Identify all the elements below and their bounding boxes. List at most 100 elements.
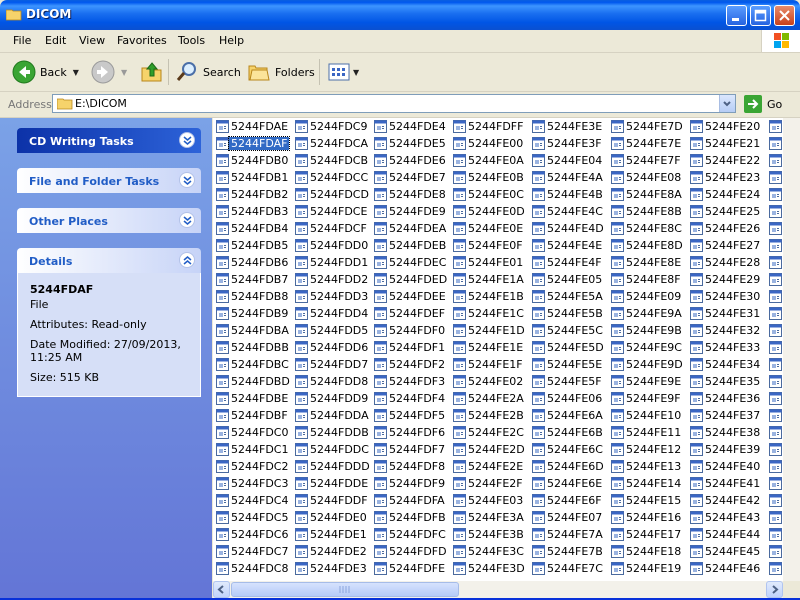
file-item[interactable]: 5244FDF1 xyxy=(371,339,450,356)
file-item[interactable]: 5244FDB0 xyxy=(213,152,292,169)
file-item[interactable]: 5244FE46 xyxy=(687,560,766,577)
back-dropdown-icon[interactable]: ▼ xyxy=(73,68,79,77)
file-item[interactable]: 5244FE20 xyxy=(687,118,766,135)
file-item[interactable]: 5244FE xyxy=(766,407,783,424)
file-item[interactable]: 5244FE19 xyxy=(608,560,687,577)
file-item[interactable]: 5244FE8C xyxy=(608,220,687,237)
file-item[interactable]: 5244FDBC xyxy=(213,356,292,373)
file-item[interactable]: 5244FE xyxy=(766,373,783,390)
file-item[interactable]: 5244FE01 xyxy=(450,254,529,271)
file-item[interactable]: 5244FDFE xyxy=(371,560,450,577)
file-item[interactable]: 5244FE xyxy=(766,560,783,577)
file-item[interactable]: 5244FDE5 xyxy=(371,135,450,152)
file-item[interactable]: 5244FE xyxy=(766,135,783,152)
file-item[interactable]: 5244FDFB xyxy=(371,509,450,526)
file-item[interactable]: 5244FDD6 xyxy=(292,339,371,356)
file-item[interactable]: 5244FE3D xyxy=(450,560,529,577)
file-item[interactable]: 5244FE1B xyxy=(450,288,529,305)
file-item[interactable]: 5244FDF0 xyxy=(371,322,450,339)
close-button[interactable] xyxy=(774,5,795,26)
file-item[interactable]: 5244FE0F xyxy=(450,237,529,254)
file-item[interactable]: 5244FE xyxy=(766,339,783,356)
file-item[interactable]: 5244FE1F xyxy=(450,356,529,373)
file-item[interactable]: 5244FE2F xyxy=(450,475,529,492)
file-item[interactable]: 5244FE39 xyxy=(687,441,766,458)
file-item[interactable]: 5244FE0D xyxy=(450,203,529,220)
file-item[interactable]: 5244FDFA xyxy=(371,492,450,509)
file-item[interactable]: 5244FE6A xyxy=(529,407,608,424)
file-item[interactable]: 5244FE8F xyxy=(608,271,687,288)
file-item[interactable]: 5244FDCE xyxy=(292,203,371,220)
maximize-button[interactable] xyxy=(750,5,771,26)
up-folder-button[interactable] xyxy=(140,59,164,85)
file-item[interactable]: 5244FE02 xyxy=(450,373,529,390)
address-dropdown-button[interactable] xyxy=(719,95,735,112)
file-item[interactable]: 5244FDCD xyxy=(292,186,371,203)
file-item[interactable]: 5244FE4B xyxy=(529,186,608,203)
file-item[interactable]: 5244FDF8 xyxy=(371,458,450,475)
file-item[interactable]: 5244FE xyxy=(766,254,783,271)
file-item[interactable]: 5244FE06 xyxy=(529,390,608,407)
file-item[interactable]: 5244FDCB xyxy=(292,152,371,169)
file-item[interactable]: 5244FE xyxy=(766,152,783,169)
file-item[interactable]: 5244FE23 xyxy=(687,169,766,186)
file-item[interactable]: 5244FE xyxy=(766,356,783,373)
file-item[interactable]: 5244FE25 xyxy=(687,203,766,220)
file-item[interactable]: 5244FDD2 xyxy=(292,271,371,288)
menu-file[interactable]: File xyxy=(13,34,31,47)
file-item[interactable]: 5244FDD8 xyxy=(292,373,371,390)
file-item[interactable]: 5244FDC7 xyxy=(213,543,292,560)
file-item[interactable]: 5244FE41 xyxy=(687,475,766,492)
menu-edit[interactable]: Edit xyxy=(45,34,66,47)
file-item[interactable]: 5244FDAF xyxy=(213,135,292,152)
file-item[interactable]: 5244FE26 xyxy=(687,220,766,237)
file-item[interactable]: 5244FDE1 xyxy=(292,526,371,543)
file-item[interactable]: 5244FDC6 xyxy=(213,526,292,543)
file-item[interactable]: 5244FDF3 xyxy=(371,373,450,390)
file-item[interactable]: 5244FDBE xyxy=(213,390,292,407)
file-item[interactable]: 5244FDB6 xyxy=(213,254,292,271)
file-item[interactable]: 5244FDDD xyxy=(292,458,371,475)
file-item[interactable]: 5244FDCA xyxy=(292,135,371,152)
file-item[interactable]: 5244FE2D xyxy=(450,441,529,458)
forward-button[interactable]: ▼ xyxy=(91,59,127,85)
file-item[interactable]: 5244FE11 xyxy=(608,424,687,441)
address-input[interactable]: E:\DICOM xyxy=(52,94,736,113)
file-item[interactable]: 5244FE5B xyxy=(529,305,608,322)
file-item[interactable]: 5244FDE6 xyxy=(371,152,450,169)
file-item[interactable]: 5244FDB7 xyxy=(213,271,292,288)
file-item[interactable]: 5244FE9C xyxy=(608,339,687,356)
file-item[interactable]: 5244FDE8 xyxy=(371,186,450,203)
file-item[interactable]: 5244FDDC xyxy=(292,441,371,458)
file-item[interactable]: 5244FE29 xyxy=(687,271,766,288)
file-item[interactable]: 5244FE xyxy=(766,322,783,339)
file-item[interactable]: 5244FDFF xyxy=(450,118,529,135)
expand-chevron-icon[interactable] xyxy=(179,132,195,148)
file-item[interactable]: 5244FDC4 xyxy=(213,492,292,509)
file-item[interactable]: 5244FE00 xyxy=(450,135,529,152)
file-item[interactable]: 5244FE xyxy=(766,271,783,288)
file-item[interactable]: 5244FE8B xyxy=(608,203,687,220)
file-item[interactable]: 5244FE38 xyxy=(687,424,766,441)
file-item[interactable]: 5244FDEE xyxy=(371,288,450,305)
forward-dropdown-icon[interactable]: ▼ xyxy=(121,68,127,77)
file-item[interactable]: 5244FDC2 xyxy=(213,458,292,475)
file-item[interactable]: 5244FE17 xyxy=(608,526,687,543)
file-item[interactable]: 5244FE9E xyxy=(608,373,687,390)
file-item[interactable]: 5244FE43 xyxy=(687,509,766,526)
file-item[interactable]: 5244FDF2 xyxy=(371,356,450,373)
file-item[interactable]: 5244FE4A xyxy=(529,169,608,186)
file-item[interactable]: 5244FE37 xyxy=(687,407,766,424)
file-item[interactable]: 5244FE08 xyxy=(608,169,687,186)
file-item[interactable]: 5244FE xyxy=(766,169,783,186)
folders-button[interactable]: Folders xyxy=(247,59,315,85)
file-item[interactable]: 5244FDE3 xyxy=(292,560,371,577)
file-item[interactable]: 5244FE xyxy=(766,458,783,475)
horizontal-scrollbar[interactable] xyxy=(213,581,783,598)
views-dropdown-icon[interactable]: ▼ xyxy=(353,68,359,77)
file-item[interactable]: 5244FE5D xyxy=(529,339,608,356)
file-item[interactable]: 5244FE18 xyxy=(608,543,687,560)
file-item[interactable]: 5244FDF4 xyxy=(371,390,450,407)
file-item[interactable]: 5244FDD3 xyxy=(292,288,371,305)
file-item[interactable]: 5244FE7B xyxy=(529,543,608,560)
